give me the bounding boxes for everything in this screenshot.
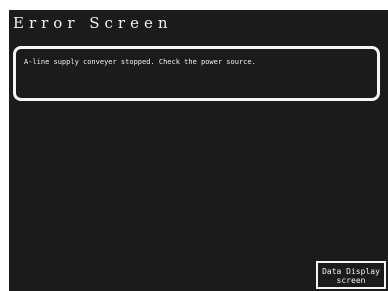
page-title: Error Screen: [13, 14, 173, 32]
data-display-button-label-line-2: screen: [336, 276, 366, 285]
error-message-box: A-line supply conveyer stopped. Check th…: [13, 46, 380, 101]
error-screen-panel: Error Screen A-line supply conveyer stop…: [9, 10, 388, 291]
data-display-button-label-line-1: Data Display: [322, 267, 380, 276]
error-message-text: A-line supply conveyer stopped. Check th…: [24, 58, 256, 66]
data-display-screen-button[interactable]: Data Display screen: [316, 261, 386, 289]
